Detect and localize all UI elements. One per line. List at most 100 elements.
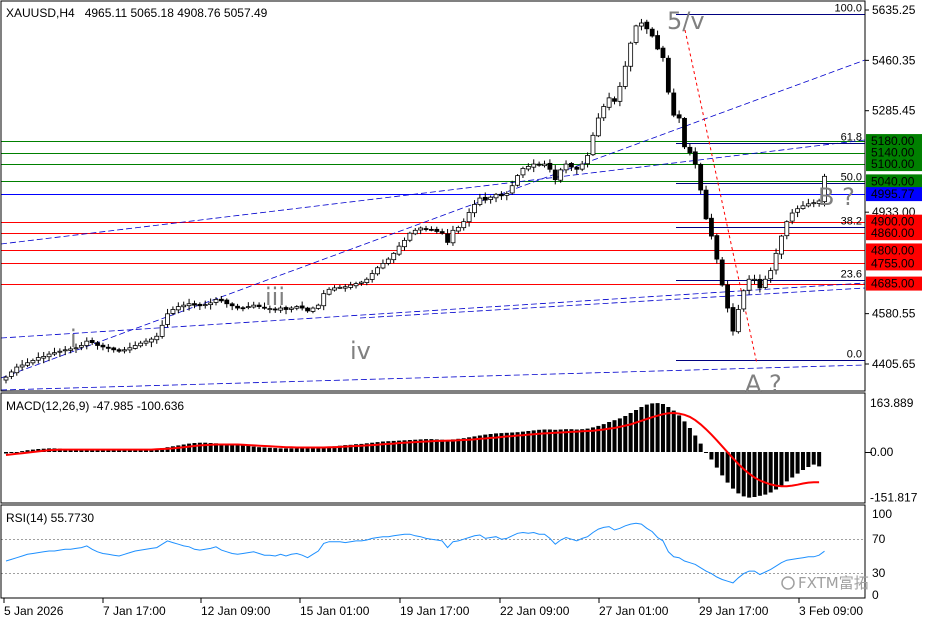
macd-bar bbox=[644, 404, 649, 452]
candle-body bbox=[676, 114, 682, 119]
macd-bar bbox=[9, 452, 14, 453]
candle bbox=[590, 132, 596, 157]
macd-bar bbox=[784, 452, 789, 482]
candle-body bbox=[375, 267, 380, 275]
candle-body bbox=[41, 356, 47, 359]
fib-label: 61.8 bbox=[841, 132, 862, 144]
wave-label-5v: 5/v bbox=[667, 7, 705, 35]
candle-body bbox=[547, 162, 553, 170]
candle-body bbox=[62, 349, 68, 352]
macd-bar bbox=[235, 444, 240, 452]
candle-body bbox=[148, 338, 154, 343]
macd-bar bbox=[445, 440, 450, 452]
macd-bar bbox=[488, 434, 493, 452]
macd-bar bbox=[240, 445, 245, 452]
candle bbox=[558, 167, 564, 183]
candle-body bbox=[132, 345, 138, 349]
candle-body bbox=[461, 221, 467, 229]
candle-body bbox=[359, 281, 364, 284]
candle-body bbox=[622, 65, 628, 87]
candle bbox=[714, 233, 720, 264]
candle-body bbox=[111, 347, 117, 351]
time-axis-label: 12 Jan 09:00 bbox=[201, 604, 271, 618]
candle-body bbox=[811, 202, 817, 205]
candle-body bbox=[719, 259, 725, 286]
candle-body bbox=[380, 263, 386, 269]
candle-body bbox=[289, 307, 294, 310]
fib-label: 23.6 bbox=[841, 269, 862, 281]
candle-body bbox=[789, 212, 795, 222]
candle-body bbox=[25, 362, 30, 366]
candle bbox=[725, 280, 730, 313]
candle-body bbox=[741, 290, 747, 310]
macd-bar bbox=[574, 429, 579, 452]
level-tag-text: 4860.00 bbox=[871, 226, 915, 240]
candle bbox=[703, 185, 709, 221]
candle bbox=[515, 174, 520, 187]
macd-bar bbox=[300, 448, 305, 452]
trading-chart[interactable]: 100.0 61.8 50.0 38.2 23.6 0.0 5635.25 5460.35 5… bbox=[0, 0, 936, 624]
candle-body bbox=[95, 342, 100, 346]
wave-label-a: A ? bbox=[745, 370, 782, 398]
candle-body bbox=[644, 21, 650, 30]
candle-body bbox=[520, 168, 526, 176]
fib-label: 50.0 bbox=[841, 172, 862, 184]
candle-body bbox=[714, 235, 720, 260]
macd-bar bbox=[698, 443, 703, 452]
candle bbox=[730, 303, 736, 336]
macd-bar bbox=[380, 441, 385, 452]
candle-body bbox=[364, 278, 370, 283]
macd-bar bbox=[795, 452, 800, 474]
watermark-text: FXTM富拓 bbox=[798, 574, 869, 592]
macd-bar bbox=[612, 420, 617, 452]
candle-body bbox=[698, 164, 704, 191]
candle-body bbox=[294, 306, 300, 309]
candle-body bbox=[504, 193, 510, 196]
candle-body bbox=[78, 345, 84, 348]
macd-bar bbox=[585, 428, 590, 452]
candle-body bbox=[224, 299, 230, 305]
macd-bar bbox=[251, 446, 256, 452]
candle-body bbox=[229, 303, 235, 307]
macd-bar bbox=[693, 435, 698, 452]
candle-body bbox=[455, 227, 461, 232]
candle-body bbox=[326, 288, 332, 295]
candle-body bbox=[213, 299, 219, 303]
macd-bar bbox=[741, 452, 746, 497]
candle-body bbox=[3, 376, 9, 381]
candle-body bbox=[477, 197, 483, 205]
macd-axis-label: -151.817 bbox=[870, 491, 918, 505]
candle-body bbox=[515, 175, 520, 186]
candle-body bbox=[762, 278, 768, 288]
rsi-axis-label: 0 bbox=[872, 588, 879, 602]
candle bbox=[682, 117, 687, 150]
candle-body bbox=[703, 189, 709, 220]
macd-bar bbox=[617, 418, 622, 452]
macd-bar bbox=[246, 446, 251, 452]
candle-body bbox=[105, 346, 111, 349]
macd-bar bbox=[289, 448, 294, 452]
macd-bar bbox=[779, 452, 784, 486]
wave-label-b: B ? bbox=[818, 183, 855, 211]
macd-bar bbox=[20, 451, 25, 453]
rsi-axis-label: 30 bbox=[872, 566, 886, 580]
candle-body bbox=[127, 347, 133, 351]
candle-body bbox=[143, 340, 149, 344]
rsi-axis-label: 100 bbox=[872, 507, 892, 521]
macd-bar bbox=[671, 410, 676, 452]
candle-body bbox=[418, 227, 424, 231]
candle-body bbox=[509, 185, 515, 194]
macd-bar bbox=[687, 428, 692, 452]
candle-body bbox=[159, 324, 165, 337]
candle-body bbox=[439, 231, 445, 234]
macd-bar bbox=[725, 452, 730, 483]
candle-body bbox=[369, 273, 375, 280]
level-tag-text: 4800.00 bbox=[871, 243, 915, 257]
candle-body bbox=[493, 193, 499, 199]
candle-body bbox=[671, 92, 677, 116]
macd-bar bbox=[187, 443, 192, 452]
candle-body bbox=[84, 340, 90, 346]
candle-body bbox=[321, 293, 327, 307]
macd-axis-label: 0.00 bbox=[870, 445, 894, 459]
macd-bar bbox=[709, 452, 714, 460]
